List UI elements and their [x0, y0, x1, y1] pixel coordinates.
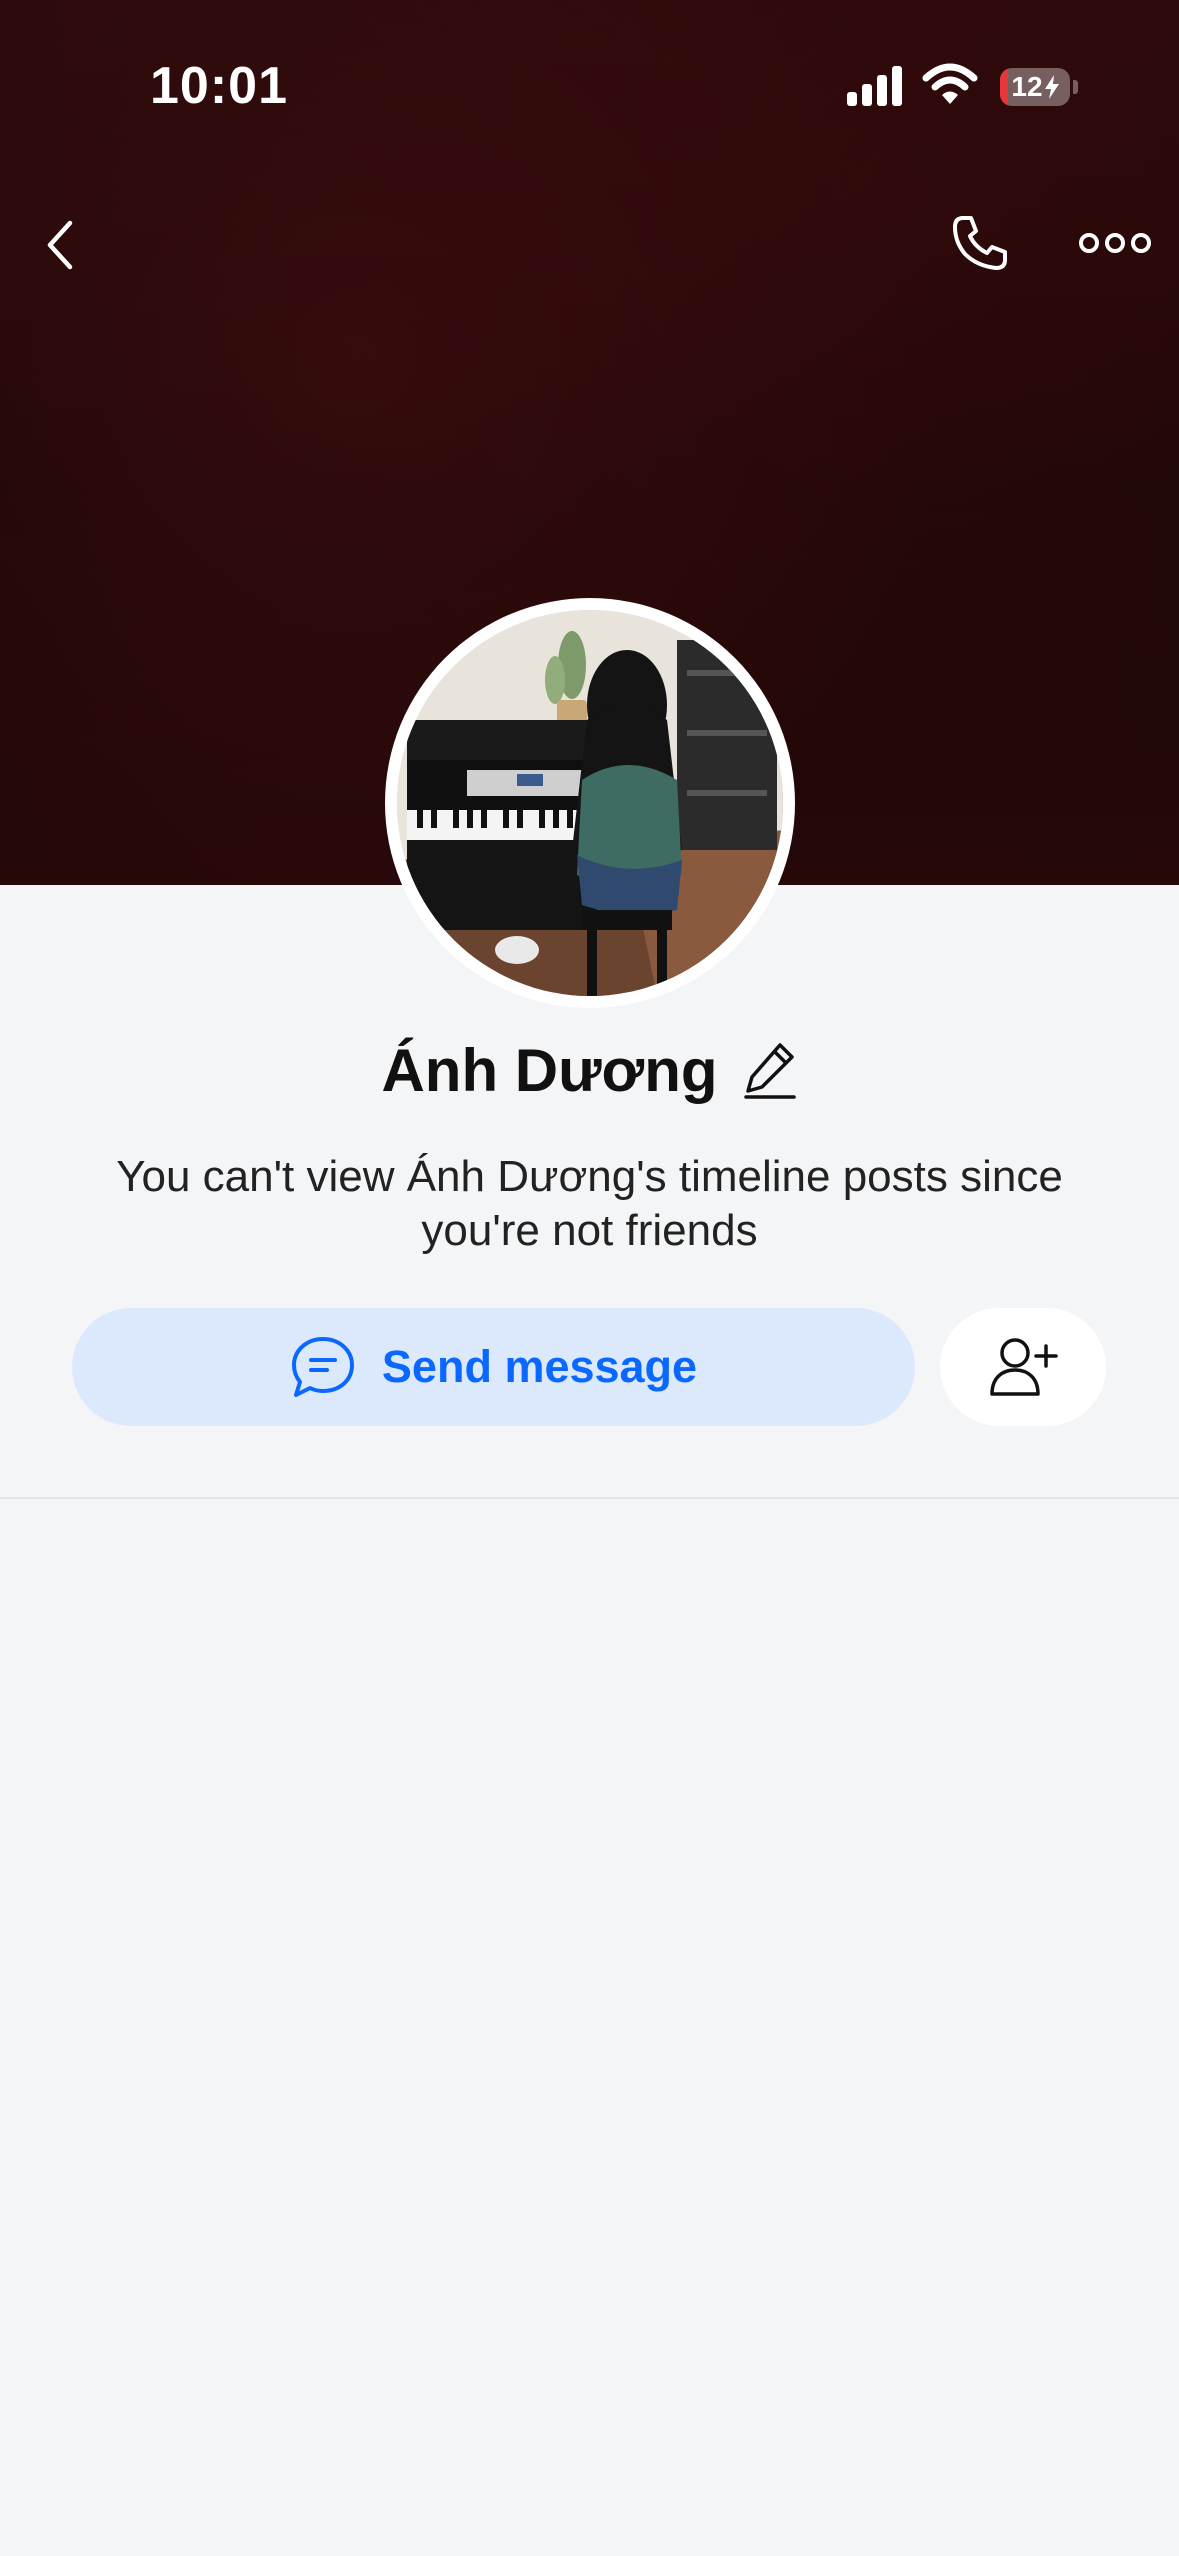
battery-icon: 12 — [1000, 68, 1070, 106]
wifi-icon — [922, 63, 978, 104]
section-divider — [0, 1497, 1179, 1499]
battery-cap — [1073, 80, 1078, 94]
chat-bubble-icon — [291, 1337, 354, 1397]
profile-name-row: Ánh Dương — [0, 1030, 1179, 1110]
profile-name: Ánh Dương — [381, 1036, 718, 1104]
chevron-left-icon — [47, 220, 73, 270]
send-message-button[interactable]: Send message — [72, 1308, 915, 1426]
avatar-illustration — [397, 610, 783, 996]
battery-level: 12 — [1011, 71, 1043, 102]
not-friends-notice: You can't view Ánh Dương's timeline post… — [116, 1152, 1063, 1255]
more-dots-icon — [1079, 232, 1151, 253]
status-time: 10:01 — [150, 57, 288, 115]
edit-pencil-icon[interactable] — [742, 1039, 798, 1101]
signal-icon — [847, 66, 902, 106]
add-friend-icon — [990, 1338, 1058, 1396]
call-button[interactable] — [945, 208, 1015, 278]
more-options-button[interactable] — [1075, 215, 1155, 270]
phone-icon — [953, 216, 1007, 270]
back-button[interactable] — [30, 205, 90, 285]
charging-bolt-icon — [1044, 75, 1059, 99]
add-friend-button[interactable] — [940, 1308, 1106, 1426]
avatar[interactable] — [385, 598, 795, 1008]
status-bar: 10:01 12 — [0, 0, 1179, 170]
avatar-photo — [397, 610, 783, 996]
send-message-label: Send message — [381, 1341, 698, 1392]
